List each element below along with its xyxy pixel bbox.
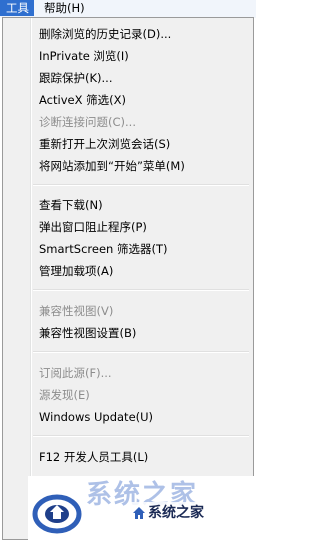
menu-item-add-to-start[interactable]: 将网站添加到“开始”菜单(M)	[39, 156, 185, 176]
menu-item-compat-view[interactable]: 兼容性视图(V)	[39, 301, 113, 321]
menu-item-reopen-session[interactable]: 重新打开上次浏览会话(S)	[39, 134, 170, 154]
menu-item-delete-history[interactable]: 删除浏览的历史记录(D)...	[39, 24, 171, 44]
menu-item-inprivate[interactable]: InPrivate 浏览(I)	[39, 46, 129, 66]
site-watermark: 系统之家 系统之家	[28, 476, 254, 540]
menu-separator	[33, 351, 249, 353]
menu-help[interactable]: 帮助(H)	[38, 0, 91, 16]
menu-separator	[33, 184, 249, 186]
menu-item-f12-dev-tools[interactable]: F12 开发人员工具(L)	[39, 447, 148, 467]
menu-item-tracking-protection[interactable]: 跟踪保护(K)...	[39, 68, 112, 88]
menu-gutter-highlight	[31, 18, 32, 539]
menu-item-feed-discovery[interactable]: 源发现(E)	[39, 385, 90, 405]
menu-item-smartscreen[interactable]: SmartScreen 筛选器(T)	[39, 239, 167, 259]
menu-item-view-downloads[interactable]: 查看下载(N)	[39, 195, 103, 215]
menu-item-activex-filter[interactable]: ActiveX 筛选(X)	[39, 90, 126, 110]
menu-item-subscribe-feed[interactable]: 订阅此源(F)...	[39, 363, 112, 383]
watermark-badge-text: 系统之家	[148, 505, 204, 521]
menu-item-diagnose-connection[interactable]: 诊断连接问题(C)...	[39, 112, 136, 132]
tools-dropdown-menu: 删除浏览的历史记录(D)... InPrivate 浏览(I) 跟踪保护(K).…	[2, 17, 254, 540]
watermark-logo-icon	[32, 494, 82, 534]
menu-item-windows-update[interactable]: Windows Update(U)	[39, 407, 153, 427]
menu-separator	[33, 435, 249, 437]
menu-item-manage-addons[interactable]: 管理加载项(A)	[39, 261, 113, 281]
menu-bar: 工具(T) 帮助(H)	[0, 0, 256, 31]
watermark-badge: 系统之家	[130, 502, 207, 524]
menu-item-popup-blocker[interactable]: 弹出窗口阻止程序(P)	[39, 217, 147, 237]
menu-item-compat-view-settings[interactable]: 兼容性视图设置(B)	[39, 323, 136, 343]
menu-tools[interactable]: 工具(T)	[0, 0, 34, 31]
menu-separator	[33, 289, 249, 291]
house-icon	[133, 507, 145, 519]
